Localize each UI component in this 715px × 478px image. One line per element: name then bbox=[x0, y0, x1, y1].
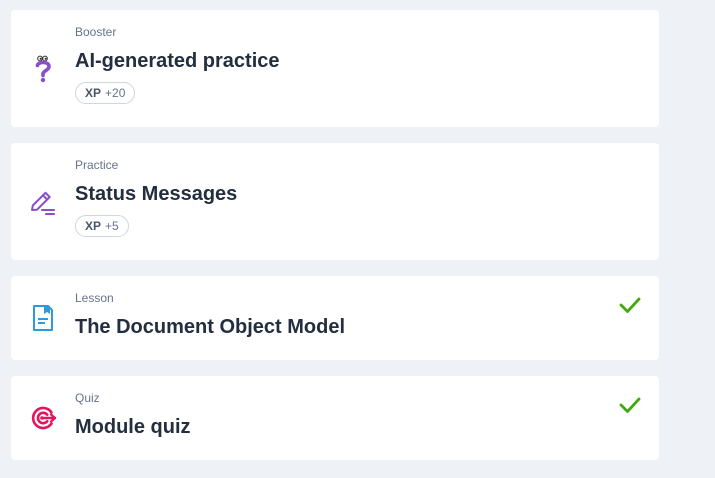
xp-value: +5 bbox=[105, 219, 119, 233]
activity-kind: Quiz bbox=[75, 391, 100, 405]
activity-card-lesson[interactable]: Lesson The Document Object Model bbox=[11, 276, 659, 360]
activity-list: Booster AI-generated practice XP +20 Pra… bbox=[11, 10, 659, 476]
target-icon bbox=[29, 404, 57, 432]
activity-title: Module quiz bbox=[75, 416, 191, 438]
xp-badge: XP +20 bbox=[75, 82, 136, 104]
xp-value: +20 bbox=[105, 86, 126, 100]
activity-kind: Lesson bbox=[75, 291, 114, 305]
question-mark-icon bbox=[29, 55, 57, 83]
activity-kind: Booster bbox=[75, 25, 117, 39]
completed-check-icon bbox=[619, 394, 641, 416]
xp-label: XP bbox=[85, 219, 102, 233]
document-icon bbox=[29, 304, 57, 332]
activity-title: AI-generated practice bbox=[75, 50, 280, 72]
xp-badge: XP +5 bbox=[75, 215, 129, 237]
activity-card-practice[interactable]: Practice Status Messages XP +5 bbox=[11, 143, 659, 260]
activity-kind: Practice bbox=[75, 158, 119, 172]
completed-check-icon bbox=[619, 294, 641, 316]
activity-title: Status Messages bbox=[75, 183, 238, 205]
xp-label: XP bbox=[85, 86, 102, 100]
pencil-icon bbox=[29, 188, 57, 216]
activity-title: The Document Object Model bbox=[75, 316, 346, 338]
activity-card-booster[interactable]: Booster AI-generated practice XP +20 bbox=[11, 10, 659, 127]
activity-card-quiz[interactable]: Quiz Module quiz bbox=[11, 376, 659, 460]
